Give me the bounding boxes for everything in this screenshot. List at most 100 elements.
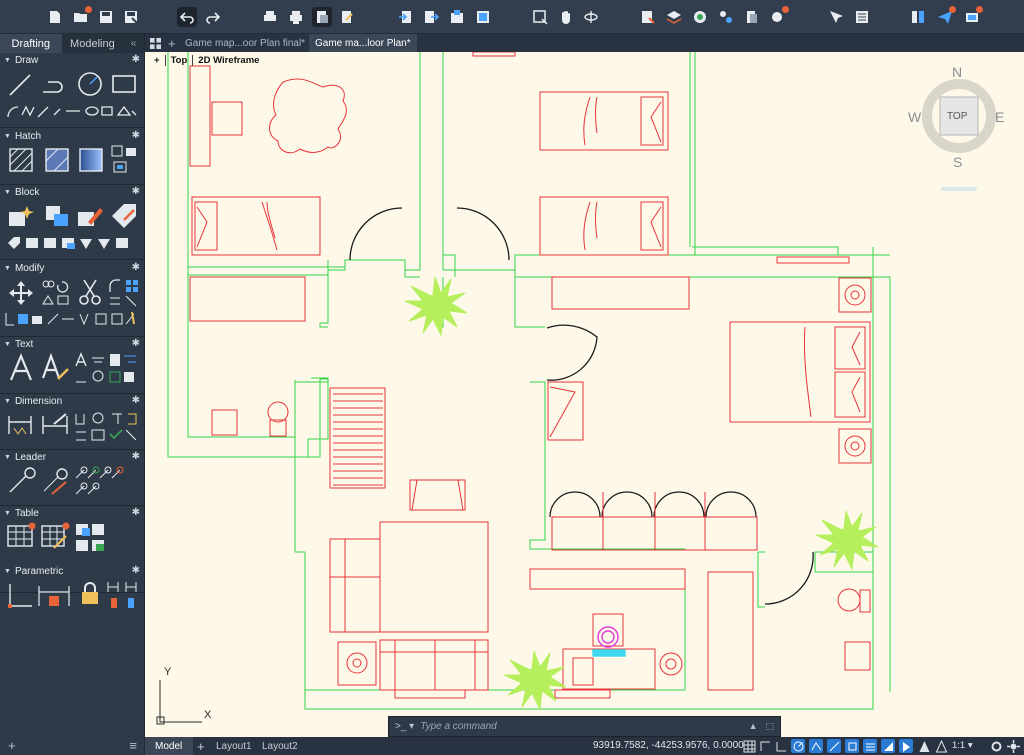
tab-modeling[interactable]: Modeling bbox=[62, 34, 124, 53]
tab-model[interactable]: Model bbox=[145, 737, 193, 755]
compass-north[interactable]: N bbox=[952, 64, 962, 80]
gradient-hatch-icon[interactable] bbox=[44, 147, 70, 173]
command-history-icon[interactable]: ▲ bbox=[749, 721, 758, 732]
block-attribute-icon[interactable] bbox=[110, 202, 138, 230]
tab-layout1[interactable]: Layout1 bbox=[211, 737, 255, 755]
fillet-array-tools-icon[interactable] bbox=[106, 278, 140, 308]
command-customize-icon[interactable]: ⬚ bbox=[765, 721, 774, 732]
gear-icon[interactable]: ✱ bbox=[132, 130, 140, 141]
line-tool-icon[interactable] bbox=[7, 72, 33, 98]
draw-small-tools-icon[interactable] bbox=[6, 103, 138, 119]
edit-block-icon[interactable] bbox=[76, 202, 104, 230]
cloud-sync-icon[interactable] bbox=[962, 6, 983, 27]
plot-icon[interactable] bbox=[260, 7, 280, 27]
single-line-text-icon[interactable] bbox=[40, 353, 70, 383]
layer-isolate-icon[interactable] bbox=[716, 7, 736, 27]
export-icon[interactable] bbox=[421, 7, 441, 27]
attach-icon[interactable] bbox=[447, 7, 467, 27]
section-header-modify[interactable]: ▼ Modify ✱ bbox=[0, 261, 145, 275]
drawing-compare-icon[interactable] bbox=[908, 7, 928, 27]
selection-cycling-icon[interactable] bbox=[899, 739, 913, 753]
compass-west[interactable]: W bbox=[908, 109, 921, 125]
tab-drafting[interactable]: Drafting bbox=[0, 34, 62, 53]
modify-small-tools-icon[interactable] bbox=[4, 310, 138, 328]
hatch-icon[interactable] bbox=[8, 147, 34, 173]
multiline-text-icon[interactable] bbox=[8, 353, 34, 383]
orbit-icon[interactable] bbox=[581, 7, 601, 27]
circle-tool-icon[interactable] bbox=[76, 70, 104, 98]
publish-icon[interactable] bbox=[337, 7, 357, 27]
layer-freeze-icon[interactable] bbox=[741, 7, 761, 27]
dimension-small-tools-icon[interactable] bbox=[74, 410, 138, 444]
add-palette-button[interactable]: + bbox=[8, 738, 16, 753]
compass-east[interactable]: E bbox=[995, 109, 1004, 125]
batch-plot-icon[interactable] bbox=[286, 7, 306, 27]
move-icon[interactable] bbox=[7, 279, 35, 307]
plot-preview-icon[interactable] bbox=[312, 7, 332, 27]
command-prompt-icon[interactable]: >_ ▾ bbox=[389, 721, 420, 732]
block-small-tools-icon[interactable] bbox=[6, 235, 138, 251]
multileader-icon[interactable] bbox=[6, 466, 36, 496]
text-small-tools-icon[interactable] bbox=[74, 352, 138, 386]
boundary-tools-icon[interactable] bbox=[110, 144, 138, 176]
section-header-hatch[interactable]: ▼ Hatch ✱ bbox=[0, 129, 145, 143]
edit-table-icon[interactable] bbox=[40, 522, 70, 552]
compass-south[interactable]: S bbox=[953, 154, 962, 170]
new-file-icon[interactable] bbox=[45, 7, 65, 27]
drawing-canvas[interactable]: + Top 2D Wireframe Y X N S E W TOP >_ ▾ … bbox=[145, 52, 1024, 737]
xref-icon[interactable] bbox=[473, 7, 493, 27]
section-header-parametric[interactable]: ▼ Parametric ✱ bbox=[0, 564, 145, 578]
start-grid-icon[interactable] bbox=[147, 34, 165, 52]
save-as-icon[interactable] bbox=[121, 7, 141, 27]
cursor-coordinates[interactable]: 93919.7582, -44253.9576, 0.0000 bbox=[593, 740, 744, 751]
section-header-leader[interactable]: ▼ Leader ✱ bbox=[0, 450, 145, 464]
save-icon[interactable] bbox=[96, 7, 116, 27]
gear-icon[interactable]: ✱ bbox=[132, 565, 140, 576]
snap-icon[interactable] bbox=[758, 739, 772, 753]
polyline-tool-icon[interactable] bbox=[40, 72, 68, 98]
section-header-table[interactable]: ▼ Table ✱ bbox=[0, 506, 145, 520]
customization-icon[interactable] bbox=[1006, 739, 1020, 753]
palette-menu-icon[interactable]: ≡ bbox=[129, 738, 137, 753]
undo-icon[interactable] bbox=[177, 7, 197, 27]
leader-small-tools-icon[interactable] bbox=[74, 466, 126, 498]
viewcube[interactable]: N S E W TOP bbox=[908, 64, 1024, 194]
insert-block-icon[interactable] bbox=[42, 202, 70, 230]
gradient-icon[interactable] bbox=[78, 147, 104, 173]
rectangle-tool-icon[interactable] bbox=[110, 72, 138, 96]
open-folder-icon[interactable] bbox=[71, 6, 92, 27]
create-block-icon[interactable] bbox=[7, 202, 35, 230]
isodraft-icon[interactable] bbox=[809, 739, 823, 753]
document-tab-active[interactable]: Game ma...loor Plan* bbox=[309, 34, 417, 52]
section-header-draw[interactable]: ▼ Draw ✱ bbox=[0, 53, 145, 67]
section-header-block[interactable]: ▼ Block ✱ bbox=[0, 185, 145, 199]
pan-hand-icon[interactable] bbox=[556, 7, 576, 27]
section-header-dimension[interactable]: ▼ Dimension ✱ bbox=[0, 394, 145, 408]
layer-state-icon[interactable] bbox=[690, 7, 710, 27]
trim-scissors-icon[interactable] bbox=[78, 278, 102, 306]
layer-properties-icon[interactable] bbox=[664, 7, 684, 27]
workspace-gear-icon[interactable] bbox=[989, 739, 1003, 753]
add-layout-button[interactable]: + bbox=[197, 737, 211, 755]
annotation-scale-value[interactable]: 1:1 ▾ bbox=[952, 740, 973, 751]
lock-icon[interactable] bbox=[80, 582, 100, 606]
gear-icon[interactable]: ✱ bbox=[132, 338, 140, 349]
ortho-icon[interactable] bbox=[774, 739, 788, 753]
object-snap-tracking-icon[interactable] bbox=[827, 739, 841, 753]
edit-leader-icon[interactable] bbox=[40, 466, 70, 496]
table-small-tools-icon[interactable] bbox=[74, 522, 108, 554]
linear-dimension-icon[interactable] bbox=[6, 412, 34, 438]
table-icon[interactable] bbox=[6, 522, 36, 550]
gear-icon[interactable]: ✱ bbox=[132, 262, 140, 273]
import-icon[interactable] bbox=[396, 7, 416, 27]
quick-select-icon[interactable] bbox=[826, 7, 846, 27]
copy-rotate-tools-icon[interactable] bbox=[40, 278, 74, 308]
tab-layout2[interactable]: Layout2 bbox=[257, 737, 301, 755]
gear-icon[interactable]: ✱ bbox=[132, 186, 140, 197]
annotation-visibility-icon[interactable] bbox=[917, 739, 931, 753]
command-input[interactable] bbox=[420, 721, 749, 732]
layer-walk-icon[interactable] bbox=[768, 6, 789, 27]
parametric-small-tools-icon[interactable] bbox=[106, 580, 140, 612]
share-icon[interactable] bbox=[935, 6, 956, 27]
gear-icon[interactable]: ✱ bbox=[132, 54, 140, 65]
